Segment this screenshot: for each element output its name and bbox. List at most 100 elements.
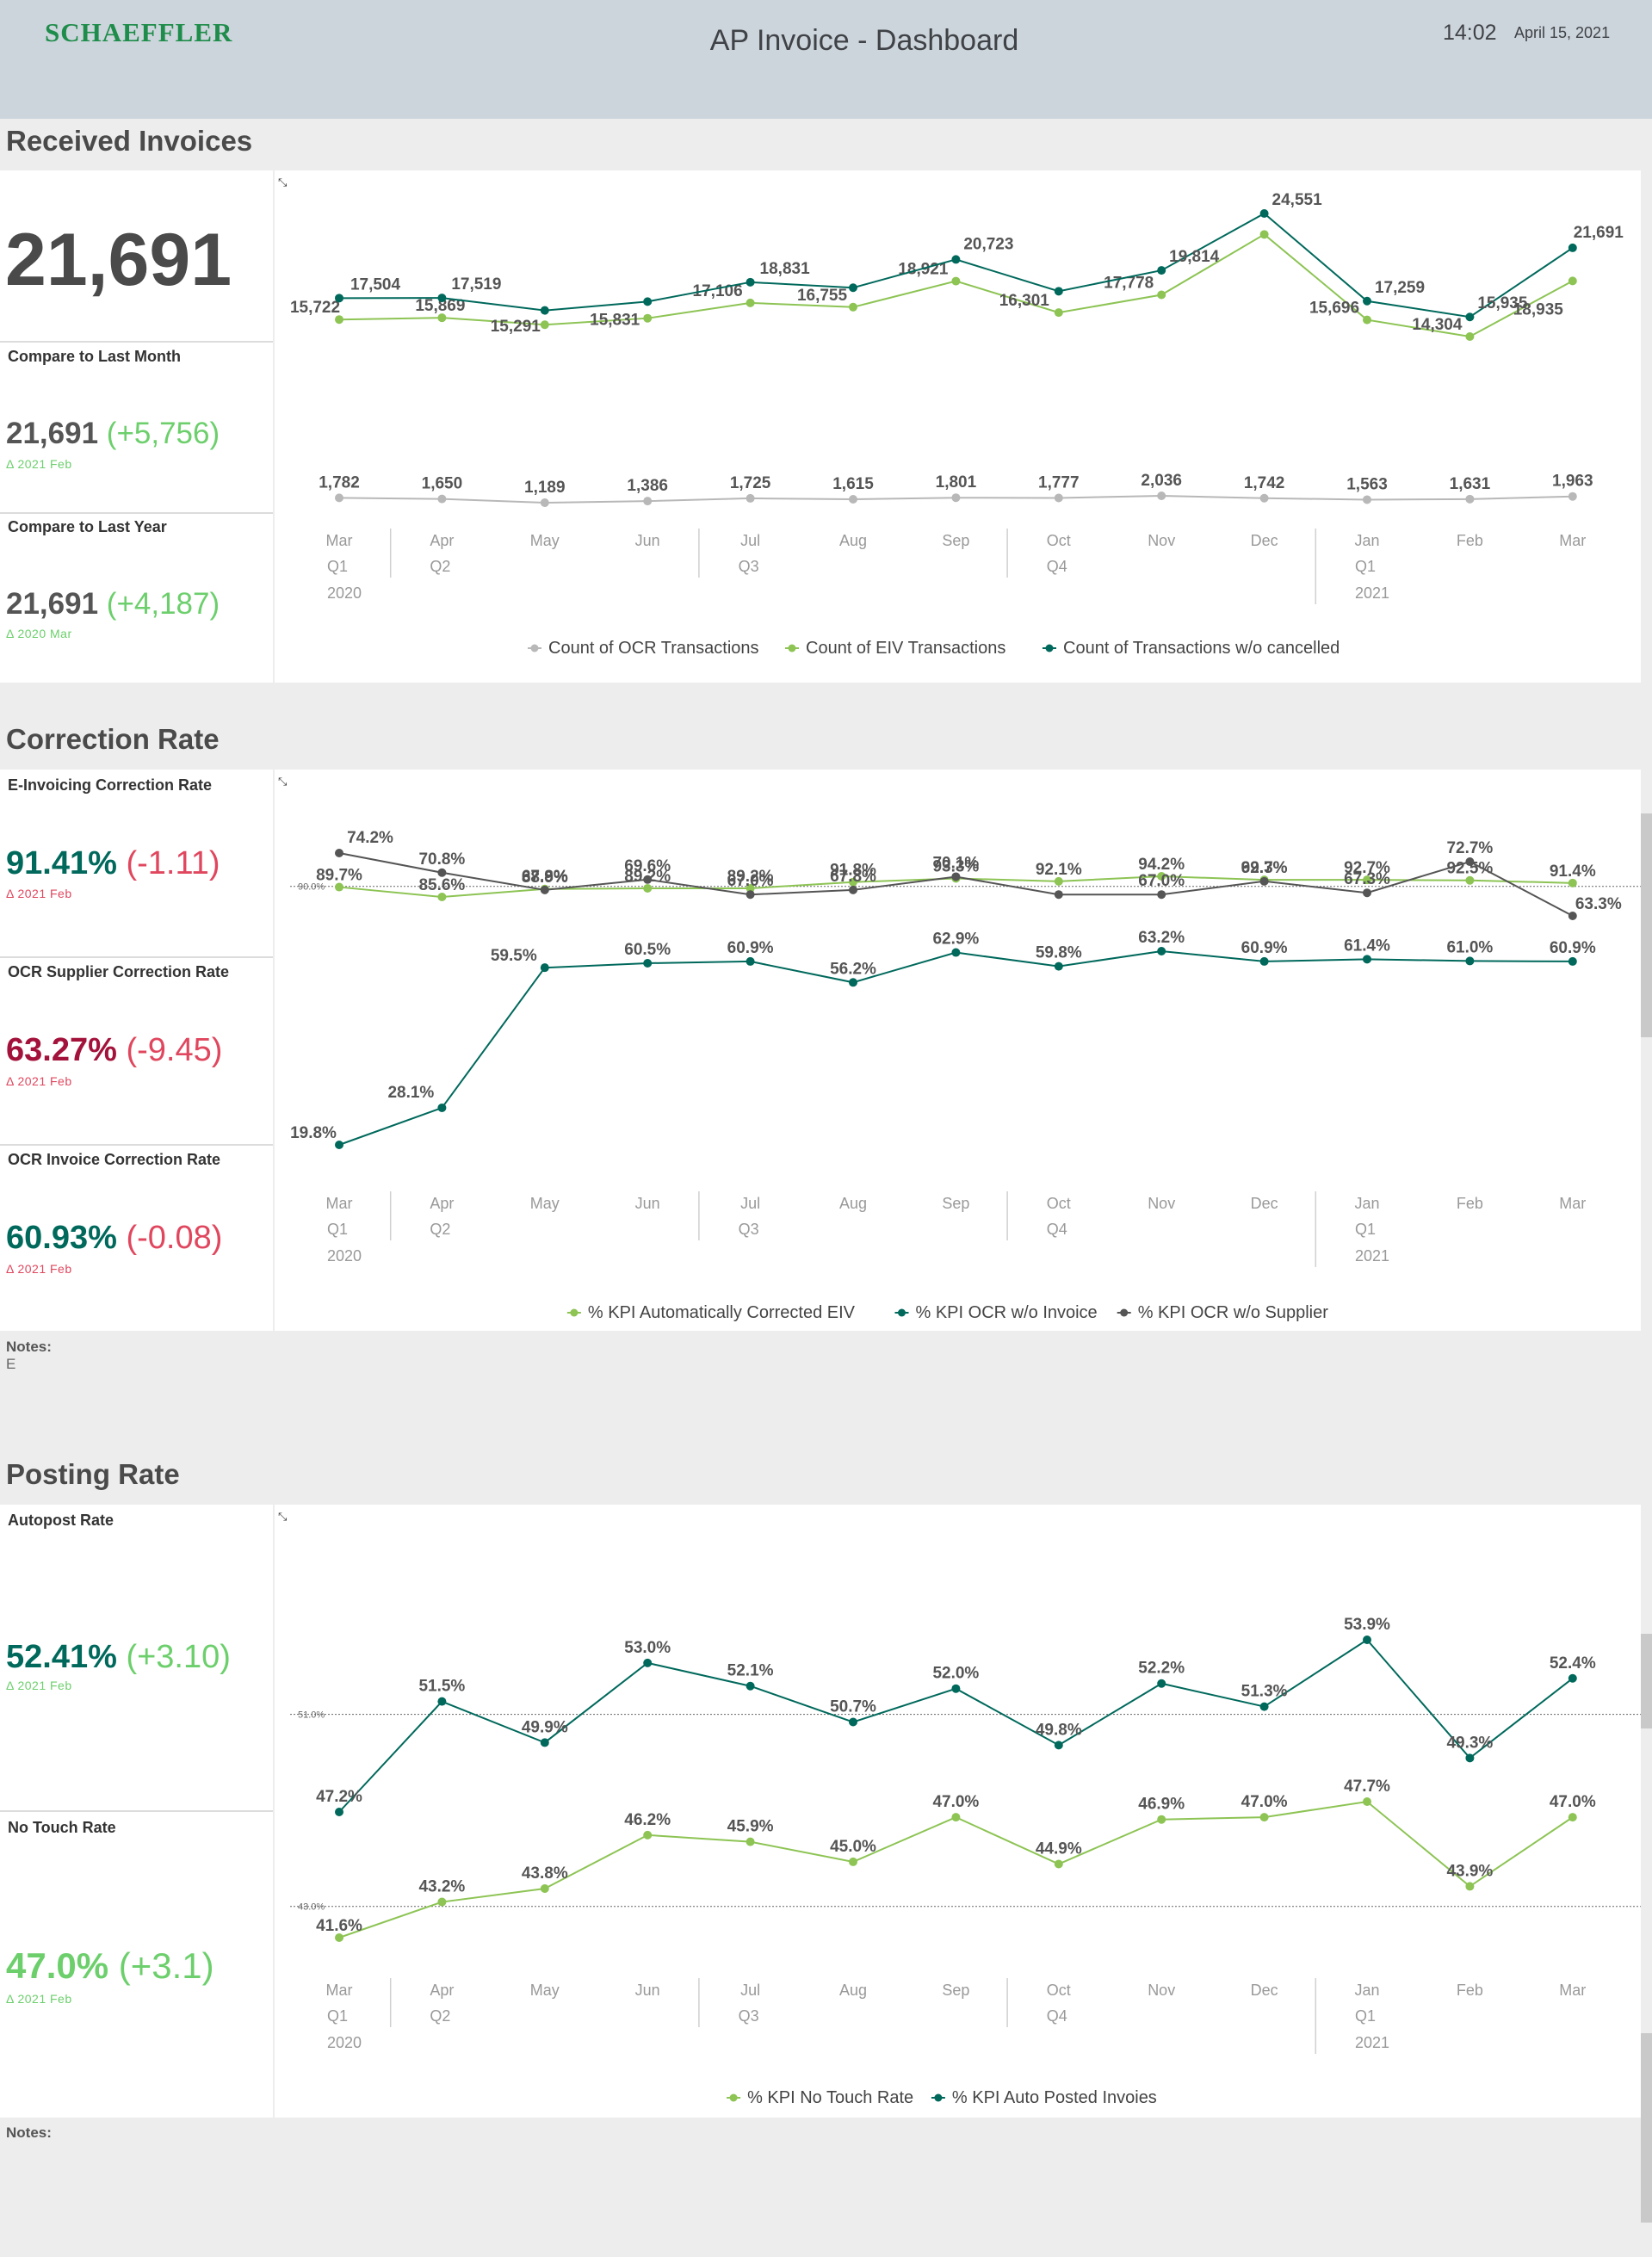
total-point xyxy=(1054,287,1063,296)
data-label: 1,563 xyxy=(1346,475,1388,493)
supplier-correction-value: 63.27% (-9.45) xyxy=(6,1032,223,1068)
legend-marker xyxy=(898,1308,906,1317)
x-tick-label: Jul xyxy=(740,1982,760,1999)
notouch-point xyxy=(1465,1882,1475,1891)
scrollbar-thumb[interactable] xyxy=(1641,1634,1652,1728)
expand-icon[interactable]: ⤡ xyxy=(278,176,287,189)
autopost-point xyxy=(1465,1753,1475,1763)
data-label: 43.8% xyxy=(522,1864,568,1883)
data-label: 67.3% xyxy=(1344,870,1390,888)
ocr-point xyxy=(335,493,343,503)
expand-icon[interactable]: ⤡ xyxy=(278,1510,287,1524)
data-label: 1,615 xyxy=(832,475,874,493)
notouch-point xyxy=(1157,1815,1166,1824)
invoice-point xyxy=(1568,956,1577,966)
data-label: 72.7% xyxy=(1446,839,1493,857)
scrollbar-thumb[interactable] xyxy=(1641,2033,1652,2223)
notouch-point xyxy=(1568,1813,1577,1822)
x-tick-label: Feb xyxy=(1457,532,1483,549)
data-label: 17,259 xyxy=(1375,279,1425,297)
invoice-point xyxy=(643,958,653,968)
data-label: 18,831 xyxy=(760,260,811,278)
notouch-point xyxy=(437,1897,447,1907)
data-label: 51.3% xyxy=(1241,1683,1288,1701)
quarter-label: Q2 xyxy=(430,1221,450,1238)
eiv-correction-value: 91.41% (-1.11) xyxy=(6,845,220,881)
data-label: 46.9% xyxy=(1138,1796,1185,1814)
data-label: 49.3% xyxy=(1446,1734,1493,1752)
x-tick-label: Feb xyxy=(1457,1982,1483,1999)
compare-year-value: 21,691 (+4,187) xyxy=(6,587,220,621)
clock-time: 14:02 xyxy=(1443,21,1497,45)
data-label: 47.0% xyxy=(1550,1793,1596,1811)
scrollbar-thumb[interactable] xyxy=(1641,813,1652,1037)
legend-item: Count of EIV Transactions xyxy=(806,639,1005,658)
quarter-label: Q2 xyxy=(430,558,450,575)
x-tick-label: Jun xyxy=(635,1982,660,1999)
legend-item: % KPI OCR w/o Invoice xyxy=(916,1303,1098,1322)
data-label: 1,650 xyxy=(422,475,463,493)
year-label: 2020 xyxy=(327,584,362,602)
data-label: 19,814 xyxy=(1169,248,1220,266)
data-label: 89.7% xyxy=(316,867,362,885)
data-label: 41.6% xyxy=(316,1917,362,1935)
data-label: 43.2% xyxy=(418,1878,465,1896)
eiv-correction-label: E-Invoicing Correction Rate xyxy=(8,776,213,794)
invoice-point xyxy=(1465,956,1475,966)
supplier-point xyxy=(540,885,549,894)
received-kpi-panel: 21,691 Compare to Last Month 21,691 (+5,… xyxy=(0,170,273,683)
data-label: 59.5% xyxy=(491,947,537,965)
total-point xyxy=(643,297,653,306)
legend-item: % KPI Auto Posted Invoies xyxy=(952,2088,1157,2107)
data-label: 85.6% xyxy=(418,876,465,894)
total-point xyxy=(849,283,857,293)
data-label: 15,696 xyxy=(1309,300,1359,318)
invoice-correction-label: OCR Invoice Correction Rate xyxy=(8,1151,221,1168)
x-tick-label: Oct xyxy=(1047,532,1071,549)
x-tick-label: Mar xyxy=(1559,532,1586,549)
eiv-point xyxy=(1568,276,1577,286)
supplier-point xyxy=(437,868,447,877)
section-title-correction: Correction Rate xyxy=(6,723,220,755)
data-label: 59.8% xyxy=(1036,944,1082,962)
data-label: 44.9% xyxy=(1036,1840,1082,1858)
quarter-label: Q4 xyxy=(1047,558,1067,575)
posting-kpi-panel: Autopost Rate 52.41% (+3.10) Δ 2021 Feb … xyxy=(0,1505,273,2118)
data-label: 67.0% xyxy=(727,872,774,890)
autopost-point xyxy=(746,1681,755,1691)
legend-item: % KPI Automatically Corrected EIV xyxy=(588,1303,856,1322)
ocr-point xyxy=(746,493,755,503)
notouch-delta: (+3.1) xyxy=(118,1945,214,1986)
data-label: 69.3% xyxy=(1241,859,1288,877)
notes-text[interactable]: E xyxy=(6,1356,15,1373)
data-label: 17,519 xyxy=(451,275,501,294)
year-label: 2021 xyxy=(1355,2034,1389,2051)
eiv-point xyxy=(1157,290,1166,300)
supplier-point xyxy=(643,875,653,884)
data-label: 17,504 xyxy=(350,275,401,294)
data-label: 20,723 xyxy=(963,235,1013,253)
data-label: 92.1% xyxy=(1036,861,1082,879)
notouch-point xyxy=(746,1837,755,1846)
expand-icon[interactable]: ⤡ xyxy=(278,775,287,788)
eiv-point xyxy=(1259,230,1269,239)
legend-item: Count of Transactions w/o cancelled xyxy=(1063,639,1340,658)
correction-rate-chart: 90.0%89.7%85.6%88.9%89.2%89.2%91.8%93.3%… xyxy=(290,829,1641,1322)
autopost-point xyxy=(1568,1673,1577,1683)
year-label: 2020 xyxy=(327,2034,362,2051)
x-tick-label: Jan xyxy=(1354,1982,1379,1999)
invoice-point xyxy=(1054,962,1063,971)
notes-label: Notes: xyxy=(6,2124,52,2141)
eiv-point xyxy=(540,320,549,330)
data-label: 45.9% xyxy=(727,1818,774,1836)
data-label: 1,742 xyxy=(1244,474,1285,492)
total-point xyxy=(951,255,961,264)
data-label: 52.0% xyxy=(932,1665,979,1683)
notouch-point xyxy=(540,1884,549,1894)
data-label: 16,301 xyxy=(999,292,1050,310)
data-label: 74.2% xyxy=(347,829,393,847)
data-label: 70.1% xyxy=(932,854,979,872)
quarter-label: Q1 xyxy=(327,1221,348,1238)
section-title-posting: Posting Rate xyxy=(6,1458,180,1490)
data-label: 1,189 xyxy=(524,479,566,497)
